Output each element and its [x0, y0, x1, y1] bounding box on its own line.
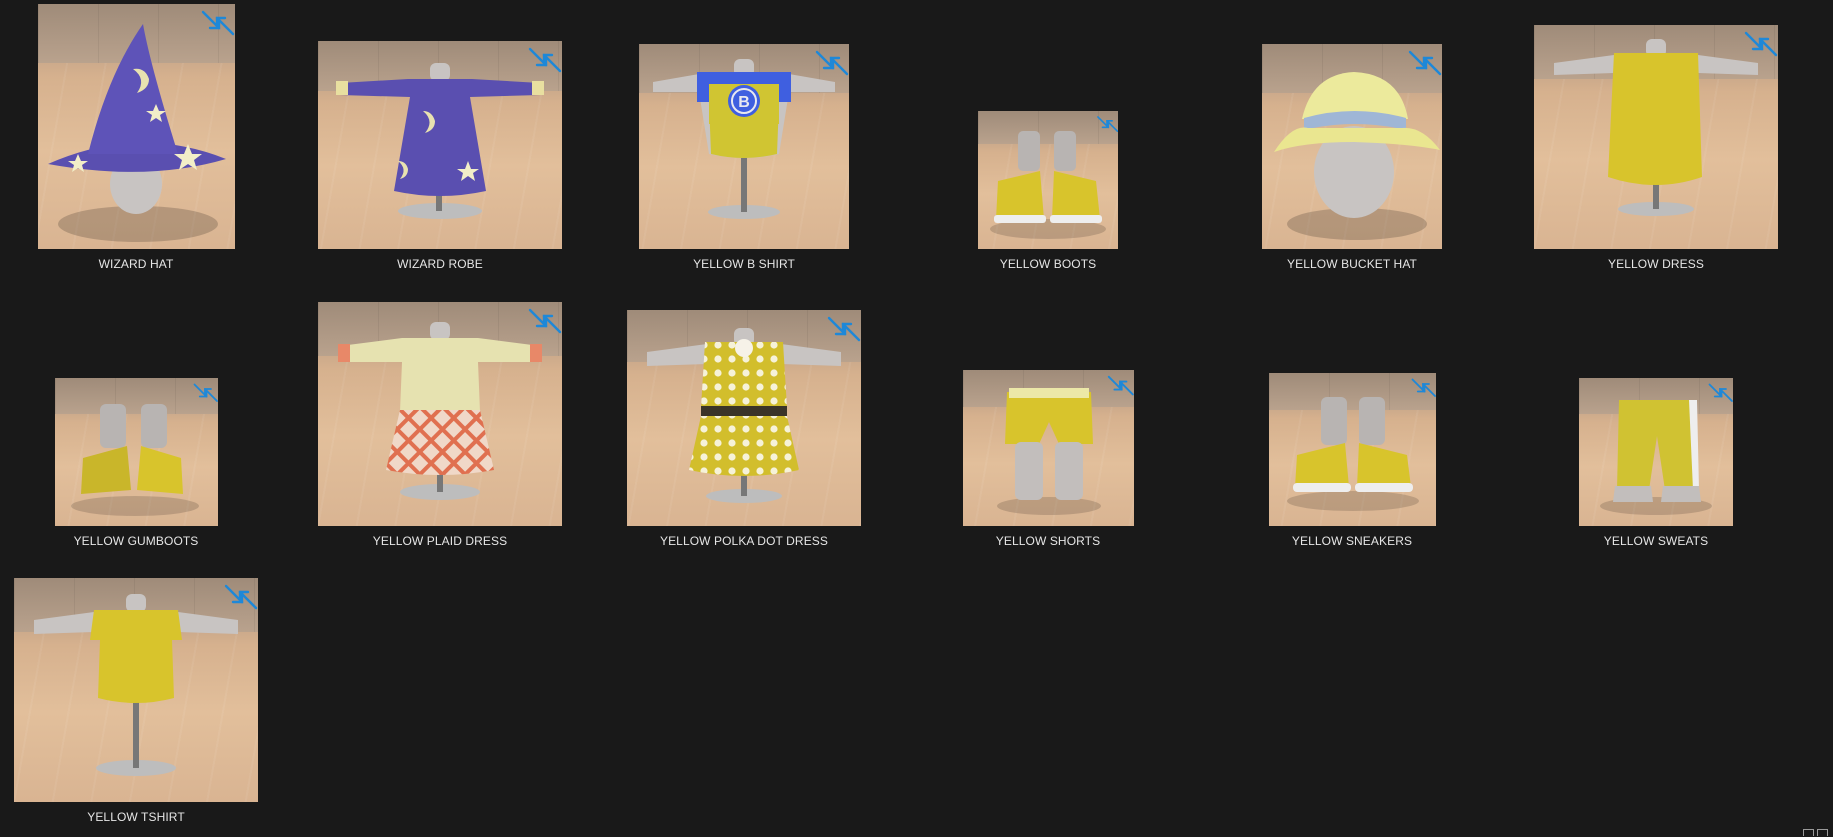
shrink-icon: [815, 50, 849, 76]
item-name: YELLOW BUCKET HAT: [1287, 257, 1417, 271]
shrink-icon: [1408, 50, 1442, 76]
thumbnail-image[interactable]: [978, 111, 1118, 249]
item-name: YELLOW GUMBOOTS: [73, 534, 199, 548]
thumbnail-tile[interactable]: YELLOW SNEAKERS: [1200, 302, 1504, 548]
thumbnail-image[interactable]: [54, 378, 218, 526]
shrink-icon: [1107, 375, 1134, 396]
thumbnail-grid: WIZARD HAT WIZARD ROBE B YELLOW B SHIRT …: [0, 0, 1833, 837]
details-view-icon[interactable]: [1803, 829, 1814, 836]
shrink-icon: [1097, 116, 1118, 132]
thumbnail-tile[interactable]: YELLOW BUCKET HAT: [1200, 4, 1504, 271]
shrink-icon: [201, 10, 234, 36]
thumbnail-tile[interactable]: YELLOW SWEATS: [1504, 302, 1808, 548]
item-name: YELLOW BOOTS: [999, 257, 1097, 271]
thumbnail-tile[interactable]: YELLOW PLAID DRESS: [288, 302, 592, 548]
thumbnail-image[interactable]: [37, 4, 235, 249]
thumbnail-image[interactable]: [14, 578, 258, 802]
shrink-icon: [1411, 378, 1436, 397]
shrink-icon: [1744, 31, 1778, 57]
thumbnail-tile[interactable]: WIZARD ROBE: [288, 4, 592, 271]
thumbnail-image[interactable]: B: [639, 44, 849, 249]
thumbnail-tile[interactable]: YELLOW BOOTS: [896, 4, 1200, 271]
shrink-icon: [528, 308, 562, 334]
shrink-icon: [224, 584, 258, 610]
item-name: YELLOW POLKA DOT DRESS: [659, 534, 829, 548]
thumbnail-tile[interactable]: YELLOW GUMBOOTS: [0, 302, 288, 548]
thumbnail-image[interactable]: [1268, 373, 1436, 526]
thumbnail-image[interactable]: [627, 310, 861, 526]
thumbnail-image[interactable]: [962, 370, 1134, 526]
thumbnail-tile[interactable]: YELLOW TSHIRT: [0, 578, 288, 824]
thumbnail-image[interactable]: [1534, 25, 1778, 249]
item-name: YELLOW B SHIRT: [693, 257, 795, 271]
shrink-icon: [193, 383, 218, 402]
item-name: YELLOW PLAID DRESS: [372, 534, 508, 548]
thumbnail-tile[interactable]: WIZARD HAT: [0, 4, 288, 271]
shrink-icon: [827, 316, 861, 342]
thumbnail-image[interactable]: [318, 302, 562, 526]
item-name: WIZARD ROBE: [397, 257, 483, 271]
item-name: YELLOW SWEATS: [1603, 534, 1709, 548]
item-name: WIZARD HAT: [98, 257, 174, 271]
thumbnail-image[interactable]: [318, 41, 562, 249]
thumbnail-tile[interactable]: YELLOW DRESS: [1504, 4, 1808, 271]
thumbnail-image[interactable]: [1579, 378, 1733, 526]
shrink-icon: [1708, 383, 1733, 402]
thumbnail-tile[interactable]: YELLOW POLKA DOT DRESS: [592, 302, 896, 548]
view-toggle[interactable]: [1803, 829, 1831, 837]
tiles-view-icon[interactable]: [1817, 829, 1828, 836]
thumbnail-tile[interactable]: B YELLOW B SHIRT: [592, 4, 896, 271]
item-name: YELLOW SHORTS: [995, 534, 1101, 548]
shrink-icon: [528, 47, 562, 73]
item-name: YELLOW DRESS: [1608, 257, 1704, 271]
svg-text:B: B: [738, 94, 750, 111]
item-name: YELLOW TSHIRT: [87, 810, 185, 824]
item-name: YELLOW SNEAKERS: [1291, 534, 1413, 548]
thumbnail-image[interactable]: [1262, 44, 1442, 249]
thumbnail-tile[interactable]: YELLOW SHORTS: [896, 302, 1200, 548]
